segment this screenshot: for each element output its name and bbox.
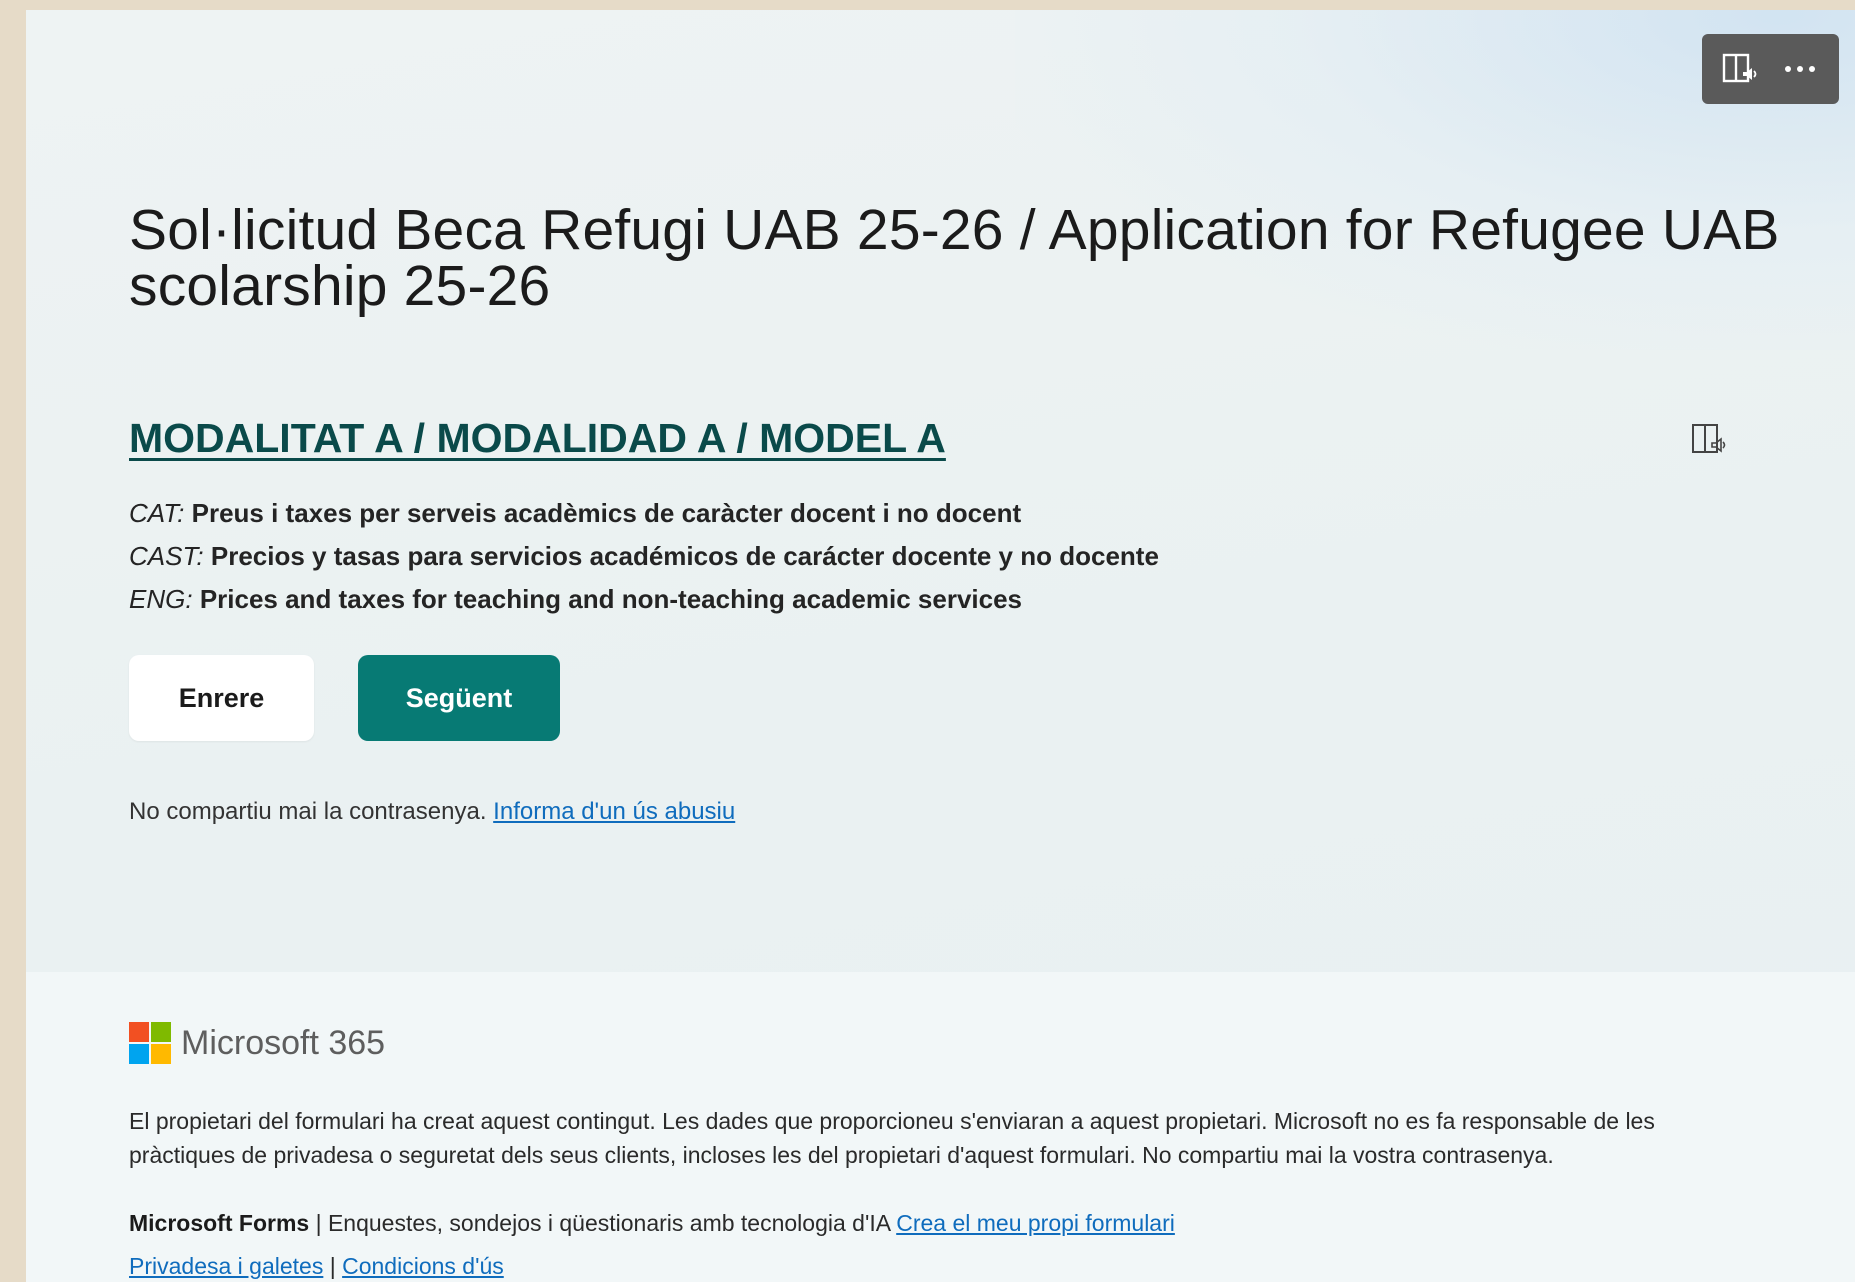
legal-separator: | [329,1253,336,1279]
next-button[interactable]: Següent [358,655,560,741]
form-page: Sol·licitud Beca Refugi UAB 25-26 / Appl… [26,10,1855,1282]
password-notice-text: No compartiu mai la contrasenya. [129,798,487,825]
immersive-reader-icon [1723,53,1757,83]
more-options-button[interactable] [1777,46,1823,92]
description-text: Preus i taxes per serveis acadèmics de c… [191,498,1022,528]
microsoft-forms-label: Microsoft Forms [129,1210,310,1236]
lang-label: CAT: [129,498,185,528]
form-toolbar [1702,34,1839,104]
privacy-cookies-link[interactable]: Privadesa i galetes [129,1253,323,1279]
footer: Microsoft 365 El propietari del formular… [26,972,1855,1282]
legal-links: Privadesa i galetes | Condicions d'ús [129,1253,504,1280]
lang-label: ENG: [129,584,193,614]
section-description: CAT: Preus i taxes per serveis acadèmics… [129,492,1159,621]
password-notice: No compartiu mai la contrasenya. Informa… [129,798,735,826]
description-line-eng: ENG: Prices and taxes for teaching and n… [129,578,1159,621]
microsoft-365-logo: Microsoft 365 [129,1022,385,1064]
description-line-cat: CAT: Preus i taxes per serveis acadèmics… [129,492,1159,535]
more-options-icon [1784,66,1815,72]
report-abuse-link[interactable]: Informa d'un ús abusiu [493,798,735,825]
forms-tagline: | Enquestes, sondejos i qüestionaris amb… [315,1210,890,1236]
immersive-reader-button[interactable] [1718,46,1764,92]
section-title: MODALITAT A / MODALIDAD A / MODEL A [129,415,946,461]
lang-label: CAST: [129,541,204,571]
microsoft-logo-icon [129,1022,171,1064]
terms-of-use-link[interactable]: Condicions d'ús [342,1253,504,1279]
immersive-reader-icon [1692,424,1726,453]
description-text: Precios y tasas para servicios académico… [210,541,1159,571]
create-own-form-link[interactable]: Crea el meu propi formulari [896,1210,1175,1236]
microsoft-365-label: Microsoft 365 [181,1023,386,1062]
section-immersive-reader-button[interactable] [1688,418,1732,462]
owner-disclaimer: El propietari del formulari ha creat aqu… [129,1108,1655,1168]
back-button[interactable]: Enrere [129,655,314,741]
form-title: Sol·licitud Beca Refugi UAB 25-26 / Appl… [129,198,1780,318]
description-line-cast: CAST: Precios y tasas para servicios aca… [129,535,1159,578]
description-text: Prices and taxes for teaching and non-te… [199,584,1023,614]
forms-promo-line: Microsoft Forms | Enquestes, sondejos i … [129,1210,1175,1237]
